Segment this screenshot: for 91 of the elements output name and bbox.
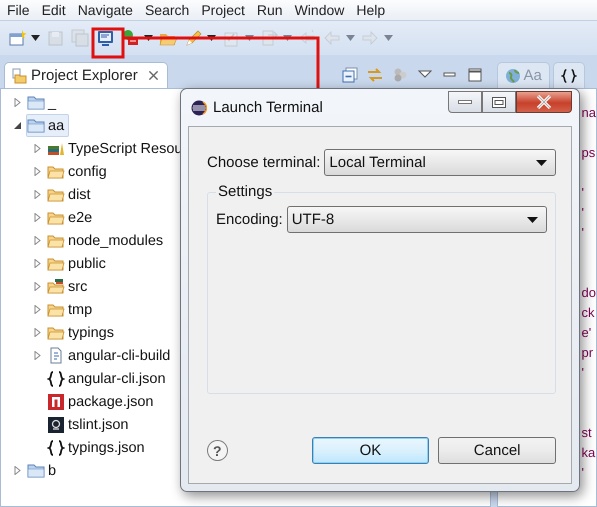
json-icon xyxy=(560,68,577,84)
minimize-icon xyxy=(458,100,472,104)
collapsed-arrow-icon[interactable] xyxy=(33,144,42,153)
dialog-title: Launch Terminal xyxy=(213,99,323,116)
tree-item[interactable]: angular-cli.json xyxy=(46,367,171,390)
field-label: Choose terminal: xyxy=(207,154,320,171)
code-line: ka xyxy=(582,444,596,462)
maximize-icon xyxy=(492,96,506,108)
group-title: Settings xyxy=(216,183,274,200)
collapsed-arrow-icon[interactable] xyxy=(33,259,42,268)
tree-item[interactable]: tmp xyxy=(46,298,98,321)
project-icon xyxy=(27,116,45,134)
dialog-button[interactable]: Cancel xyxy=(438,437,556,464)
caret-icon xyxy=(536,160,547,166)
collapsed-arrow-icon[interactable] xyxy=(13,98,22,107)
code-line: e' xyxy=(582,324,592,342)
menu-item[interactable]: Project xyxy=(196,2,250,18)
tree-item[interactable]: angular-cli-build xyxy=(46,344,176,367)
editor-tab[interactable] xyxy=(552,62,585,88)
tree-item[interactable]: tslint.json xyxy=(46,413,134,436)
tree-item[interactable]: typings xyxy=(46,321,119,344)
source-folder-icon xyxy=(47,278,65,296)
tree-item[interactable]: aa xyxy=(26,114,70,137)
tree-item[interactable]: public xyxy=(46,252,111,275)
tslint-icon xyxy=(47,416,65,434)
code-line: ' xyxy=(582,364,586,382)
tree-item[interactable]: e2e xyxy=(46,206,98,229)
highlight-frame xyxy=(92,28,124,58)
caret-icon[interactable] xyxy=(144,35,153,41)
tree-item[interactable]: config xyxy=(46,160,112,183)
caret-icon[interactable] xyxy=(207,35,216,41)
code-line: ' xyxy=(582,184,586,202)
caret-icon xyxy=(527,216,538,222)
app-icon xyxy=(191,100,207,116)
collapsed-arrow-icon[interactable] xyxy=(33,351,42,360)
dialog-button[interactable]: OK xyxy=(312,437,430,464)
code-line: do xyxy=(582,284,596,302)
collapsed-arrow-icon[interactable] xyxy=(33,328,42,337)
pen-icon[interactable] xyxy=(184,28,203,48)
code-line: pr xyxy=(582,344,594,362)
code-line: st xyxy=(582,424,593,442)
collapse-all-icon[interactable] xyxy=(342,67,358,83)
code-line: ' xyxy=(582,204,586,222)
new-icon[interactable] xyxy=(8,28,27,48)
view-tab[interactable]: Project Explorer xyxy=(4,62,168,88)
code-line: na xyxy=(582,104,596,122)
code-line: ' xyxy=(582,464,586,482)
menu-item[interactable]: File xyxy=(2,2,35,18)
npm-icon xyxy=(47,392,65,410)
tree-item[interactable]: b xyxy=(26,459,62,482)
dropdown[interactable]: Local Terminal xyxy=(324,149,556,176)
collapsed-arrow-icon[interactable] xyxy=(33,167,42,176)
collapsed-arrow-icon[interactable] xyxy=(33,282,42,291)
menu-item[interactable]: Edit xyxy=(36,2,71,18)
help-button[interactable]: ? xyxy=(207,440,228,461)
json-icon xyxy=(47,438,65,456)
caret-icon[interactable] xyxy=(31,35,40,41)
tree-item[interactable]: typings.json xyxy=(46,436,150,459)
globe-icon xyxy=(504,68,521,84)
menu-item[interactable]: Window xyxy=(290,2,350,18)
collapsed-arrow-icon[interactable] xyxy=(33,236,42,245)
json-icon xyxy=(47,370,65,388)
tree-item[interactable]: node_modules xyxy=(46,229,168,252)
close-icon xyxy=(536,95,552,109)
tree-item[interactable]: _ xyxy=(26,91,62,114)
field-label: Encoding: xyxy=(216,211,283,228)
tree-item[interactable]: package.json xyxy=(46,390,158,413)
maximize-icon[interactable] xyxy=(466,67,483,83)
collapsed-arrow-icon[interactable] xyxy=(33,213,42,222)
menu-item[interactable]: Help xyxy=(351,2,390,18)
folder-icon xyxy=(11,68,27,84)
code-line: ' xyxy=(582,224,586,242)
collapsed-arrow-icon[interactable] xyxy=(33,305,42,314)
collapsed-arrow-icon[interactable] xyxy=(33,190,42,199)
terminal-icon[interactable] xyxy=(96,28,115,48)
minimize-button[interactable] xyxy=(448,91,482,113)
dropdown[interactable]: UTF-8 xyxy=(286,206,547,233)
menu-item[interactable]: Search xyxy=(140,2,194,18)
code-line: ps xyxy=(582,144,596,162)
close-icon[interactable] xyxy=(148,70,159,81)
project-icon xyxy=(27,462,45,480)
close-button[interactable] xyxy=(516,91,572,113)
project-icon xyxy=(27,94,45,112)
menu-item[interactable]: Navigate xyxy=(72,2,138,18)
maximize-button[interactable] xyxy=(482,91,516,113)
code-line: ck xyxy=(582,304,596,322)
menu-item[interactable]: Run xyxy=(252,2,288,18)
tree-item[interactable]: src xyxy=(46,275,92,298)
collapsed-arrow-icon[interactable] xyxy=(13,466,22,475)
tree-item[interactable]: dist xyxy=(46,183,96,206)
expanded-arrow-icon[interactable] xyxy=(13,121,22,130)
